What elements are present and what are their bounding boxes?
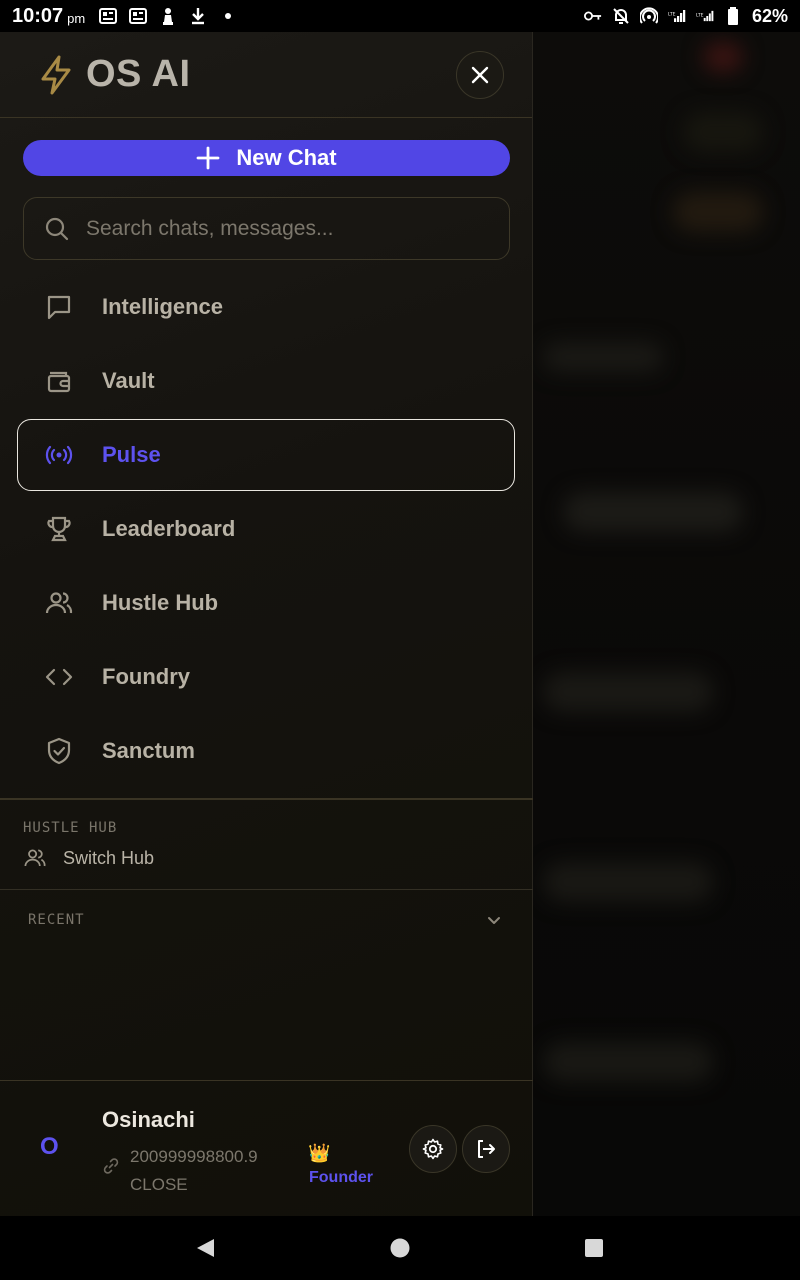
news-icon <box>99 7 118 25</box>
bell-off-icon <box>612 7 630 25</box>
code-icon <box>45 668 73 686</box>
dot-icon <box>219 7 237 25</box>
user-name: Osinachi <box>102 1107 195 1132</box>
close-icon <box>471 66 489 84</box>
section-heading: RECENT <box>28 912 85 928</box>
plus-icon <box>196 146 220 170</box>
switch-hub-label: Switch Hub <box>63 847 155 868</box>
status-ampm: pm <box>67 11 86 26</box>
status-time: 10:07 <box>12 4 64 27</box>
app-title: OS AI <box>86 53 191 95</box>
role-badge: Founder <box>309 1169 373 1186</box>
crown-icon: 👑 <box>308 1143 331 1163</box>
search-box <box>23 197 510 260</box>
gear-icon <box>422 1138 444 1160</box>
link-icon <box>103 1158 119 1174</box>
download-icon <box>189 7 207 25</box>
search-icon <box>45 217 69 240</box>
nav-label: Pulse <box>102 442 161 467</box>
drawer-header: OS AI <box>0 32 532 118</box>
recents-square-icon <box>585 1239 603 1257</box>
nav-label: Vault <box>102 368 155 393</box>
search-input[interactable] <box>86 216 486 241</box>
nav-label: Intelligence <box>102 294 224 319</box>
nav-item-pulse[interactable]: Pulse <box>17 419 515 491</box>
nav-label: Foundry <box>102 664 190 689</box>
lightning-icon <box>41 55 71 94</box>
svg-text:LTE: LTE <box>668 11 676 17</box>
news-icon <box>129 7 148 25</box>
recent-section: RECENT <box>0 892 533 932</box>
recents-button[interactable] <box>582 1236 606 1260</box>
trophy-icon <box>47 516 71 542</box>
home-button[interactable] <box>388 1236 412 1260</box>
user-id-line: 200999998800.9 <box>130 1147 258 1166</box>
new-chat-label: New Chat <box>236 145 337 170</box>
system-nav-bar <box>0 1216 800 1280</box>
wallet-icon <box>47 371 71 393</box>
main-nav: Intelligence Vault Pulse Leaderboard Hus… <box>17 271 515 789</box>
logout-button[interactable] <box>462 1125 510 1173</box>
back-button[interactable] <box>193 1236 217 1260</box>
section-heading: HUSTLE HUB <box>23 820 118 836</box>
hustle-hub-section: HUSTLE HUB Switch Hub <box>0 802 533 890</box>
nav-item-intelligence[interactable]: Intelligence <box>17 271 515 343</box>
chess-icon <box>159 7 177 25</box>
signal-lte-icon: LTE <box>696 7 714 25</box>
nav-label: Sanctum <box>102 738 195 763</box>
switch-hub-button[interactable]: Switch Hub <box>23 846 154 870</box>
home-circle-icon <box>390 1238 410 1258</box>
recent-collapse-toggle[interactable] <box>484 911 504 931</box>
nav-item-vault[interactable]: Vault <box>17 345 515 417</box>
side-drawer: OS AI New Chat Intelligence Vault Pulse … <box>0 32 533 1216</box>
nav-label: Hustle Hub <box>102 590 219 615</box>
user-profile-bar: O Osinachi 200999998800.9 CLOSE 👑 Founde… <box>0 1080 533 1216</box>
broadcast-icon <box>45 445 73 465</box>
nav-item-sanctum[interactable]: Sanctum <box>17 715 515 787</box>
logout-icon <box>478 1140 495 1158</box>
status-bar: 10:07 pm LTE LTE 62% <box>0 0 800 32</box>
divider <box>0 798 533 800</box>
close-drawer-button[interactable] <box>456 51 504 99</box>
user-id-line: CLOSE <box>130 1175 188 1194</box>
chat-bubble-icon <box>47 295 71 320</box>
avatar[interactable]: O <box>40 1133 59 1161</box>
chevron-down-icon <box>488 917 500 924</box>
battery-icon <box>724 7 742 25</box>
nav-item-leaderboard[interactable]: Leaderboard <box>17 493 515 565</box>
background-app <box>533 32 800 1216</box>
settings-button[interactable] <box>409 1125 457 1173</box>
nav-item-foundry[interactable]: Foundry <box>17 641 515 713</box>
users-icon <box>45 592 73 614</box>
svg-text:LTE: LTE <box>696 13 704 19</box>
new-chat-button[interactable]: New Chat <box>23 140 510 176</box>
battery-percent: 62% <box>751 5 788 26</box>
nav-item-hustle-hub[interactable]: Hustle Hub <box>17 567 515 639</box>
back-triangle-icon <box>197 1239 214 1257</box>
key-icon <box>583 7 602 25</box>
users-icon <box>24 849 46 867</box>
signal-lte-icon: LTE <box>668 7 686 25</box>
shield-check-icon <box>47 737 71 765</box>
hotspot-icon <box>639 7 658 25</box>
nav-label: Leaderboard <box>102 516 236 541</box>
user-id: 200999998800.9 CLOSE <box>130 1143 300 1199</box>
